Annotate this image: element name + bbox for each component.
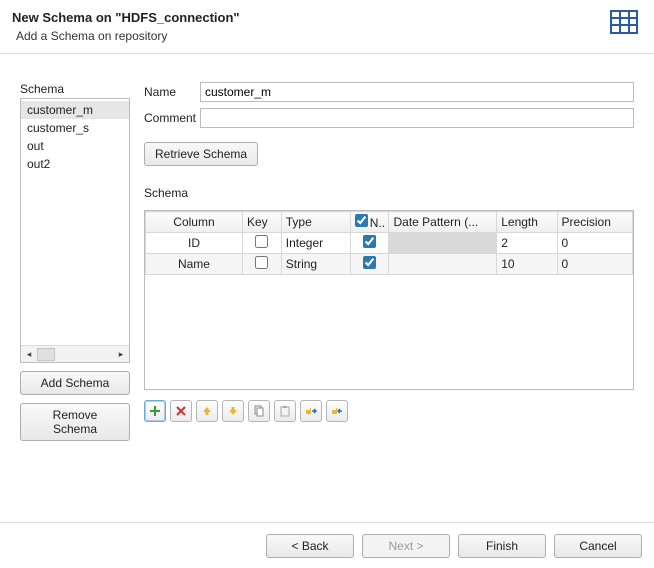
schema-list-item[interactable]: customer_m xyxy=(21,101,129,119)
import-button[interactable] xyxy=(300,400,322,422)
cell-type[interactable]: String xyxy=(281,254,350,275)
cell-precision[interactable]: 0 xyxy=(557,233,632,254)
retrieve-schema-button[interactable]: Retrieve Schema xyxy=(144,142,258,166)
paste-button[interactable] xyxy=(274,400,296,422)
cell-length[interactable]: 2 xyxy=(497,233,557,254)
hscrollbar[interactable]: ◂ ▸ xyxy=(21,345,129,362)
col-header-key[interactable]: Key xyxy=(242,212,281,233)
move-up-button[interactable] xyxy=(196,400,218,422)
copy-button[interactable] xyxy=(248,400,270,422)
schema-toolbar xyxy=(144,400,634,422)
cell-key[interactable] xyxy=(242,254,281,275)
col-header-nullable[interactable]: N.. xyxy=(350,212,389,233)
col-header-datepattern[interactable]: Date Pattern (... xyxy=(389,212,497,233)
key-checkbox[interactable] xyxy=(255,256,268,269)
schema-list[interactable]: customer_mcustomer_soutout2 ◂ ▸ xyxy=(20,98,130,363)
name-label: Name xyxy=(144,85,200,99)
cell-datepattern[interactable] xyxy=(389,254,497,275)
dialog-title: New Schema on "HDFS_connection" xyxy=(12,10,240,25)
nullable-checkbox[interactable] xyxy=(363,256,376,269)
dialog-subtitle: Add a Schema on repository xyxy=(16,29,240,43)
col-header-type[interactable]: Type xyxy=(281,212,350,233)
schema-list-item[interactable]: customer_s xyxy=(21,119,129,137)
cell-length[interactable]: 10 xyxy=(497,254,557,275)
add-schema-button[interactable]: Add Schema xyxy=(20,371,130,395)
move-down-button[interactable] xyxy=(222,400,244,422)
finish-button[interactable]: Finish xyxy=(458,534,546,558)
table-row[interactable]: Name String 100 xyxy=(146,254,633,275)
schema-list-item[interactable]: out xyxy=(21,137,129,155)
schema-section-label: Schema xyxy=(144,186,634,200)
delete-row-button[interactable] xyxy=(170,400,192,422)
grid-icon xyxy=(610,10,638,34)
cell-column[interactable]: ID xyxy=(146,233,243,254)
back-button[interactable]: < Back xyxy=(266,534,354,558)
col-header-precision[interactable]: Precision xyxy=(557,212,632,233)
name-field[interactable] xyxy=(200,82,634,102)
cell-column[interactable]: Name xyxy=(146,254,243,275)
comment-field[interactable] xyxy=(200,108,634,128)
remove-schema-button[interactable]: Remove Schema xyxy=(20,403,130,441)
next-button[interactable]: Next > xyxy=(362,534,450,558)
cell-datepattern[interactable] xyxy=(389,233,497,254)
nullable-header-checkbox[interactable] xyxy=(355,214,368,227)
comment-label: Comment xyxy=(144,111,200,125)
key-checkbox[interactable] xyxy=(255,235,268,248)
col-header-length[interactable]: Length xyxy=(497,212,557,233)
add-row-button[interactable] xyxy=(144,400,166,422)
wizard-footer: < Back Next > Finish Cancel xyxy=(0,522,654,568)
cell-nullable[interactable] xyxy=(350,233,389,254)
cell-type[interactable]: Integer xyxy=(281,233,350,254)
schema-list-label: Schema xyxy=(20,82,130,96)
schema-table[interactable]: Column Key Type N.. Date Pattern (... Le… xyxy=(144,210,634,390)
cell-nullable[interactable] xyxy=(350,254,389,275)
cancel-button[interactable]: Cancel xyxy=(554,534,642,558)
export-button[interactable] xyxy=(326,400,348,422)
schema-list-item[interactable]: out2 xyxy=(21,155,129,173)
dialog-header: New Schema on "HDFS_connection" Add a Sc… xyxy=(0,0,654,54)
col-header-column[interactable]: Column xyxy=(146,212,243,233)
table-row[interactable]: ID Integer 20 xyxy=(146,233,633,254)
cell-key[interactable] xyxy=(242,233,281,254)
cell-precision[interactable]: 0 xyxy=(557,254,632,275)
nullable-checkbox[interactable] xyxy=(363,235,376,248)
